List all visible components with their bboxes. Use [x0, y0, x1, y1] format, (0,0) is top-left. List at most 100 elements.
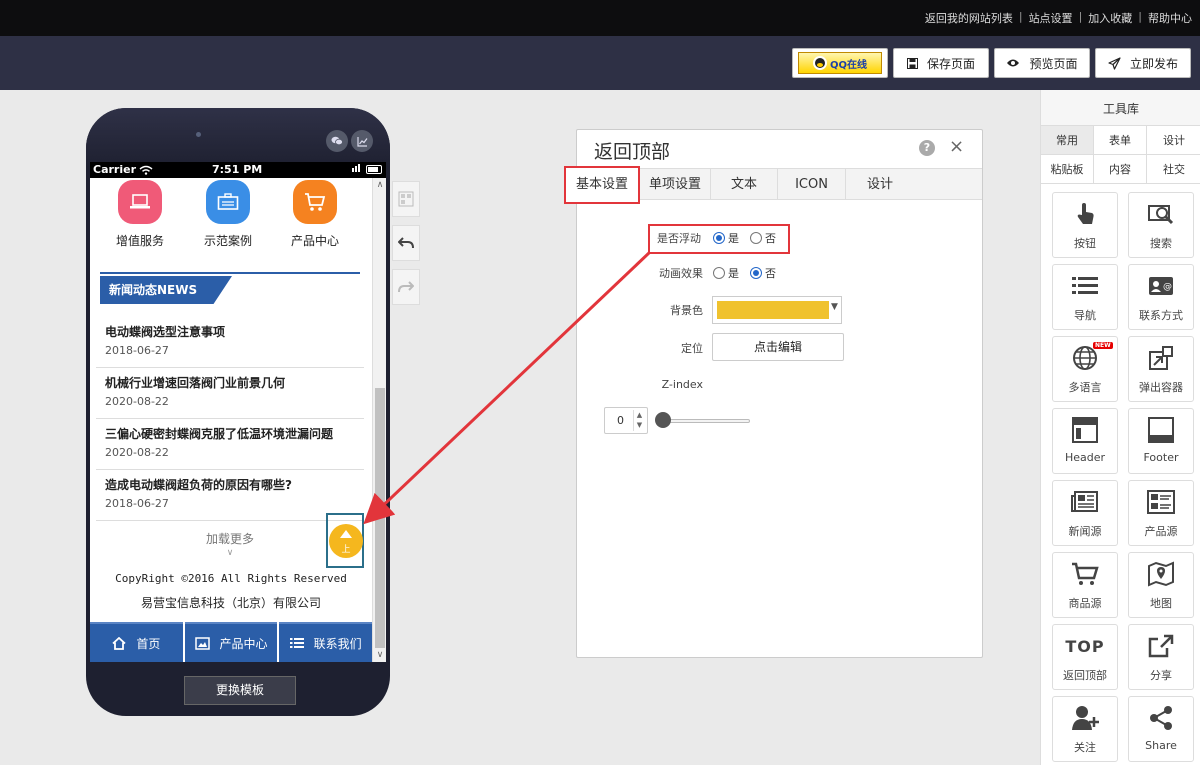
zindex-slider[interactable]	[660, 419, 750, 423]
phone-screen: Carrier 7:51 PM 增值服务 示范案例 产品中心 新闻动态NEWS	[90, 162, 386, 662]
bg-color-picker[interactable]: ▼	[712, 296, 842, 324]
tool-contact[interactable]: @ 联系方式	[1128, 264, 1194, 330]
tab-item-settings[interactable]: 单项设置	[640, 169, 711, 200]
link-site-settings[interactable]: 站点设置	[1029, 10, 1073, 26]
animation-yes-radio[interactable]	[713, 267, 725, 279]
phone-scrollbar[interactable]: ∧ ∨	[372, 178, 386, 662]
footer-icon	[1148, 417, 1174, 443]
color-swatch	[717, 301, 829, 319]
save-page-label: 保存页面	[926, 56, 975, 71]
tool-map[interactable]: 地图	[1128, 552, 1194, 618]
separator: |	[1078, 10, 1083, 23]
zindex-slider-handle[interactable]	[655, 412, 671, 428]
tab-clipboard[interactable]: 粘贴板	[1041, 155, 1094, 184]
tool-popup-container[interactable]: 弹出容器	[1128, 336, 1194, 402]
tab-basic-settings[interactable]: 基本设置	[564, 166, 640, 204]
close-icon[interactable]: ×	[949, 136, 964, 157]
load-more-label: 加载更多	[205, 532, 254, 546]
link-site-list[interactable]: 返回我的网站列表	[925, 10, 1013, 26]
float-no-radio[interactable]	[750, 232, 762, 244]
tab-design[interactable]: 设计	[1147, 126, 1200, 155]
tab-text[interactable]: 文本	[711, 169, 778, 200]
undo-button[interactable]	[392, 225, 420, 261]
status-bar: Carrier 7:51 PM	[90, 162, 386, 178]
news-date: 2018-06-27	[105, 497, 169, 510]
top-bar: 返回我的网站列表 | 站点设置 | 加入收藏 | 帮助中心	[0, 0, 1200, 36]
help-icon[interactable]: ?	[919, 140, 935, 156]
tool-footer[interactable]: Footer	[1128, 408, 1194, 474]
wechat-icon[interactable]	[326, 130, 348, 152]
stepper-arrows-icon[interactable]: ▲ ▼	[633, 410, 645, 431]
edit-position-button[interactable]: 点击编辑	[712, 333, 844, 361]
animation-label: 动画效果	[659, 267, 703, 280]
tool-news-source[interactable]: 新闻源	[1052, 480, 1118, 546]
news-item[interactable]: 三偏心硬密封蝶阀克服了低温环境泄漏问题 2020-08-22	[96, 421, 364, 470]
tool-goods-source[interactable]: 商品源	[1052, 552, 1118, 618]
news-date: 2018-06-27	[105, 344, 169, 357]
newspaper-icon	[1071, 491, 1098, 512]
zindex-stepper[interactable]: 0 ▲ ▼	[604, 407, 648, 434]
list-icon	[1072, 277, 1098, 294]
float-yes-radio[interactable]	[713, 232, 725, 244]
bottom-nav-contact[interactable]: 联系我们	[279, 622, 373, 662]
category-label: 增值服务	[115, 234, 164, 248]
bottom-nav-products[interactable]: 产品中心	[184, 622, 278, 662]
tool-navigation[interactable]: 导航	[1052, 264, 1118, 330]
load-more-button[interactable]: 加载更多 ∨	[190, 530, 270, 558]
tool-search[interactable]: 搜索	[1128, 192, 1194, 258]
tool-share-social[interactable]: Share	[1128, 696, 1194, 762]
tab-icon[interactable]: ICON	[778, 169, 846, 200]
change-template-button[interactable]: 更换模板	[184, 676, 296, 705]
tab-content[interactable]: 内容	[1094, 155, 1147, 184]
redo-button[interactable]	[392, 269, 420, 305]
product-list-icon	[1147, 490, 1175, 514]
tool-share[interactable]: 分享	[1128, 624, 1194, 690]
bg-color-label: 背景色	[670, 304, 703, 317]
dialog-title: 返回顶部	[594, 141, 671, 163]
new-badge: NEW	[1093, 342, 1113, 349]
user-add-icon	[1072, 706, 1099, 730]
separator: |	[1138, 10, 1142, 23]
cart-icon	[1072, 562, 1099, 585]
link-help-center[interactable]: 帮助中心	[1148, 10, 1192, 26]
category-value-added-service[interactable]: 增值服务	[105, 178, 175, 249]
carrier-label: Carrier	[93, 163, 137, 176]
save-page-button[interactable]: 保存页面	[893, 48, 989, 78]
tool-back-to-top[interactable]: TOP 返回顶部	[1052, 624, 1118, 690]
tab-design[interactable]: 设计	[846, 169, 914, 200]
tab-common[interactable]: 常用	[1041, 126, 1094, 155]
category-demo-cases[interactable]: 示范案例	[193, 178, 263, 249]
tool-header[interactable]: Header	[1052, 408, 1118, 474]
chevron-down-icon[interactable]: ∨	[375, 650, 385, 660]
animation-no-radio[interactable]	[750, 267, 762, 279]
qq-online-button[interactable]: QQ在线	[792, 48, 888, 78]
category-label: 产品中心	[290, 234, 339, 248]
news-item[interactable]: 造成电动蝶阀超负荷的原因有哪些? 2018-06-27	[96, 472, 364, 521]
news-section-divider	[100, 272, 360, 274]
category-label: 示范案例	[203, 234, 252, 248]
tool-button[interactable]: 按钮	[1052, 192, 1118, 258]
chevron-up-icon[interactable]: ∧	[375, 180, 385, 190]
news-section-title: 新闻动态NEWS	[100, 276, 232, 304]
layout-tool-button[interactable]	[392, 181, 420, 217]
tab-form[interactable]: 表单	[1094, 126, 1147, 155]
chart-icon[interactable]	[351, 130, 373, 152]
tool-multilanguage[interactable]: NEW 多语言	[1052, 336, 1118, 402]
back-to-top-button[interactable]: 上	[329, 524, 363, 558]
chevron-down-icon: ∨	[226, 548, 234, 558]
news-item[interactable]: 机械行业增速回落阀门业前景几何 2020-08-22	[96, 370, 364, 419]
tool-follow[interactable]: 关注	[1052, 696, 1118, 762]
preview-page-button[interactable]: 预览页面	[994, 48, 1090, 78]
save-icon	[906, 57, 918, 69]
tool-library: 工具库 常用 表单 设计 粘贴板 内容 社交 按钮 搜索 导航 @ 联系方式 N…	[1040, 90, 1200, 765]
scrollbar-thumb[interactable]	[375, 388, 385, 648]
dialog-tabs: 基本设置 单项设置 文本 ICON 设计	[564, 166, 982, 204]
tool-product-source[interactable]: 产品源	[1128, 480, 1194, 546]
copyright-text: CopyRight ©2016 All Rights Reserved	[115, 572, 347, 585]
category-product-center[interactable]: 产品中心	[280, 178, 350, 249]
news-item[interactable]: 电动蝶阀选型注意事项 2018-06-27	[96, 319, 364, 368]
bottom-nav-home[interactable]: 首页	[90, 622, 183, 662]
link-add-favorite[interactable]: 加入收藏	[1088, 10, 1132, 26]
publish-button[interactable]: 立即发布	[1095, 48, 1191, 78]
tab-social[interactable]: 社交	[1147, 155, 1200, 184]
